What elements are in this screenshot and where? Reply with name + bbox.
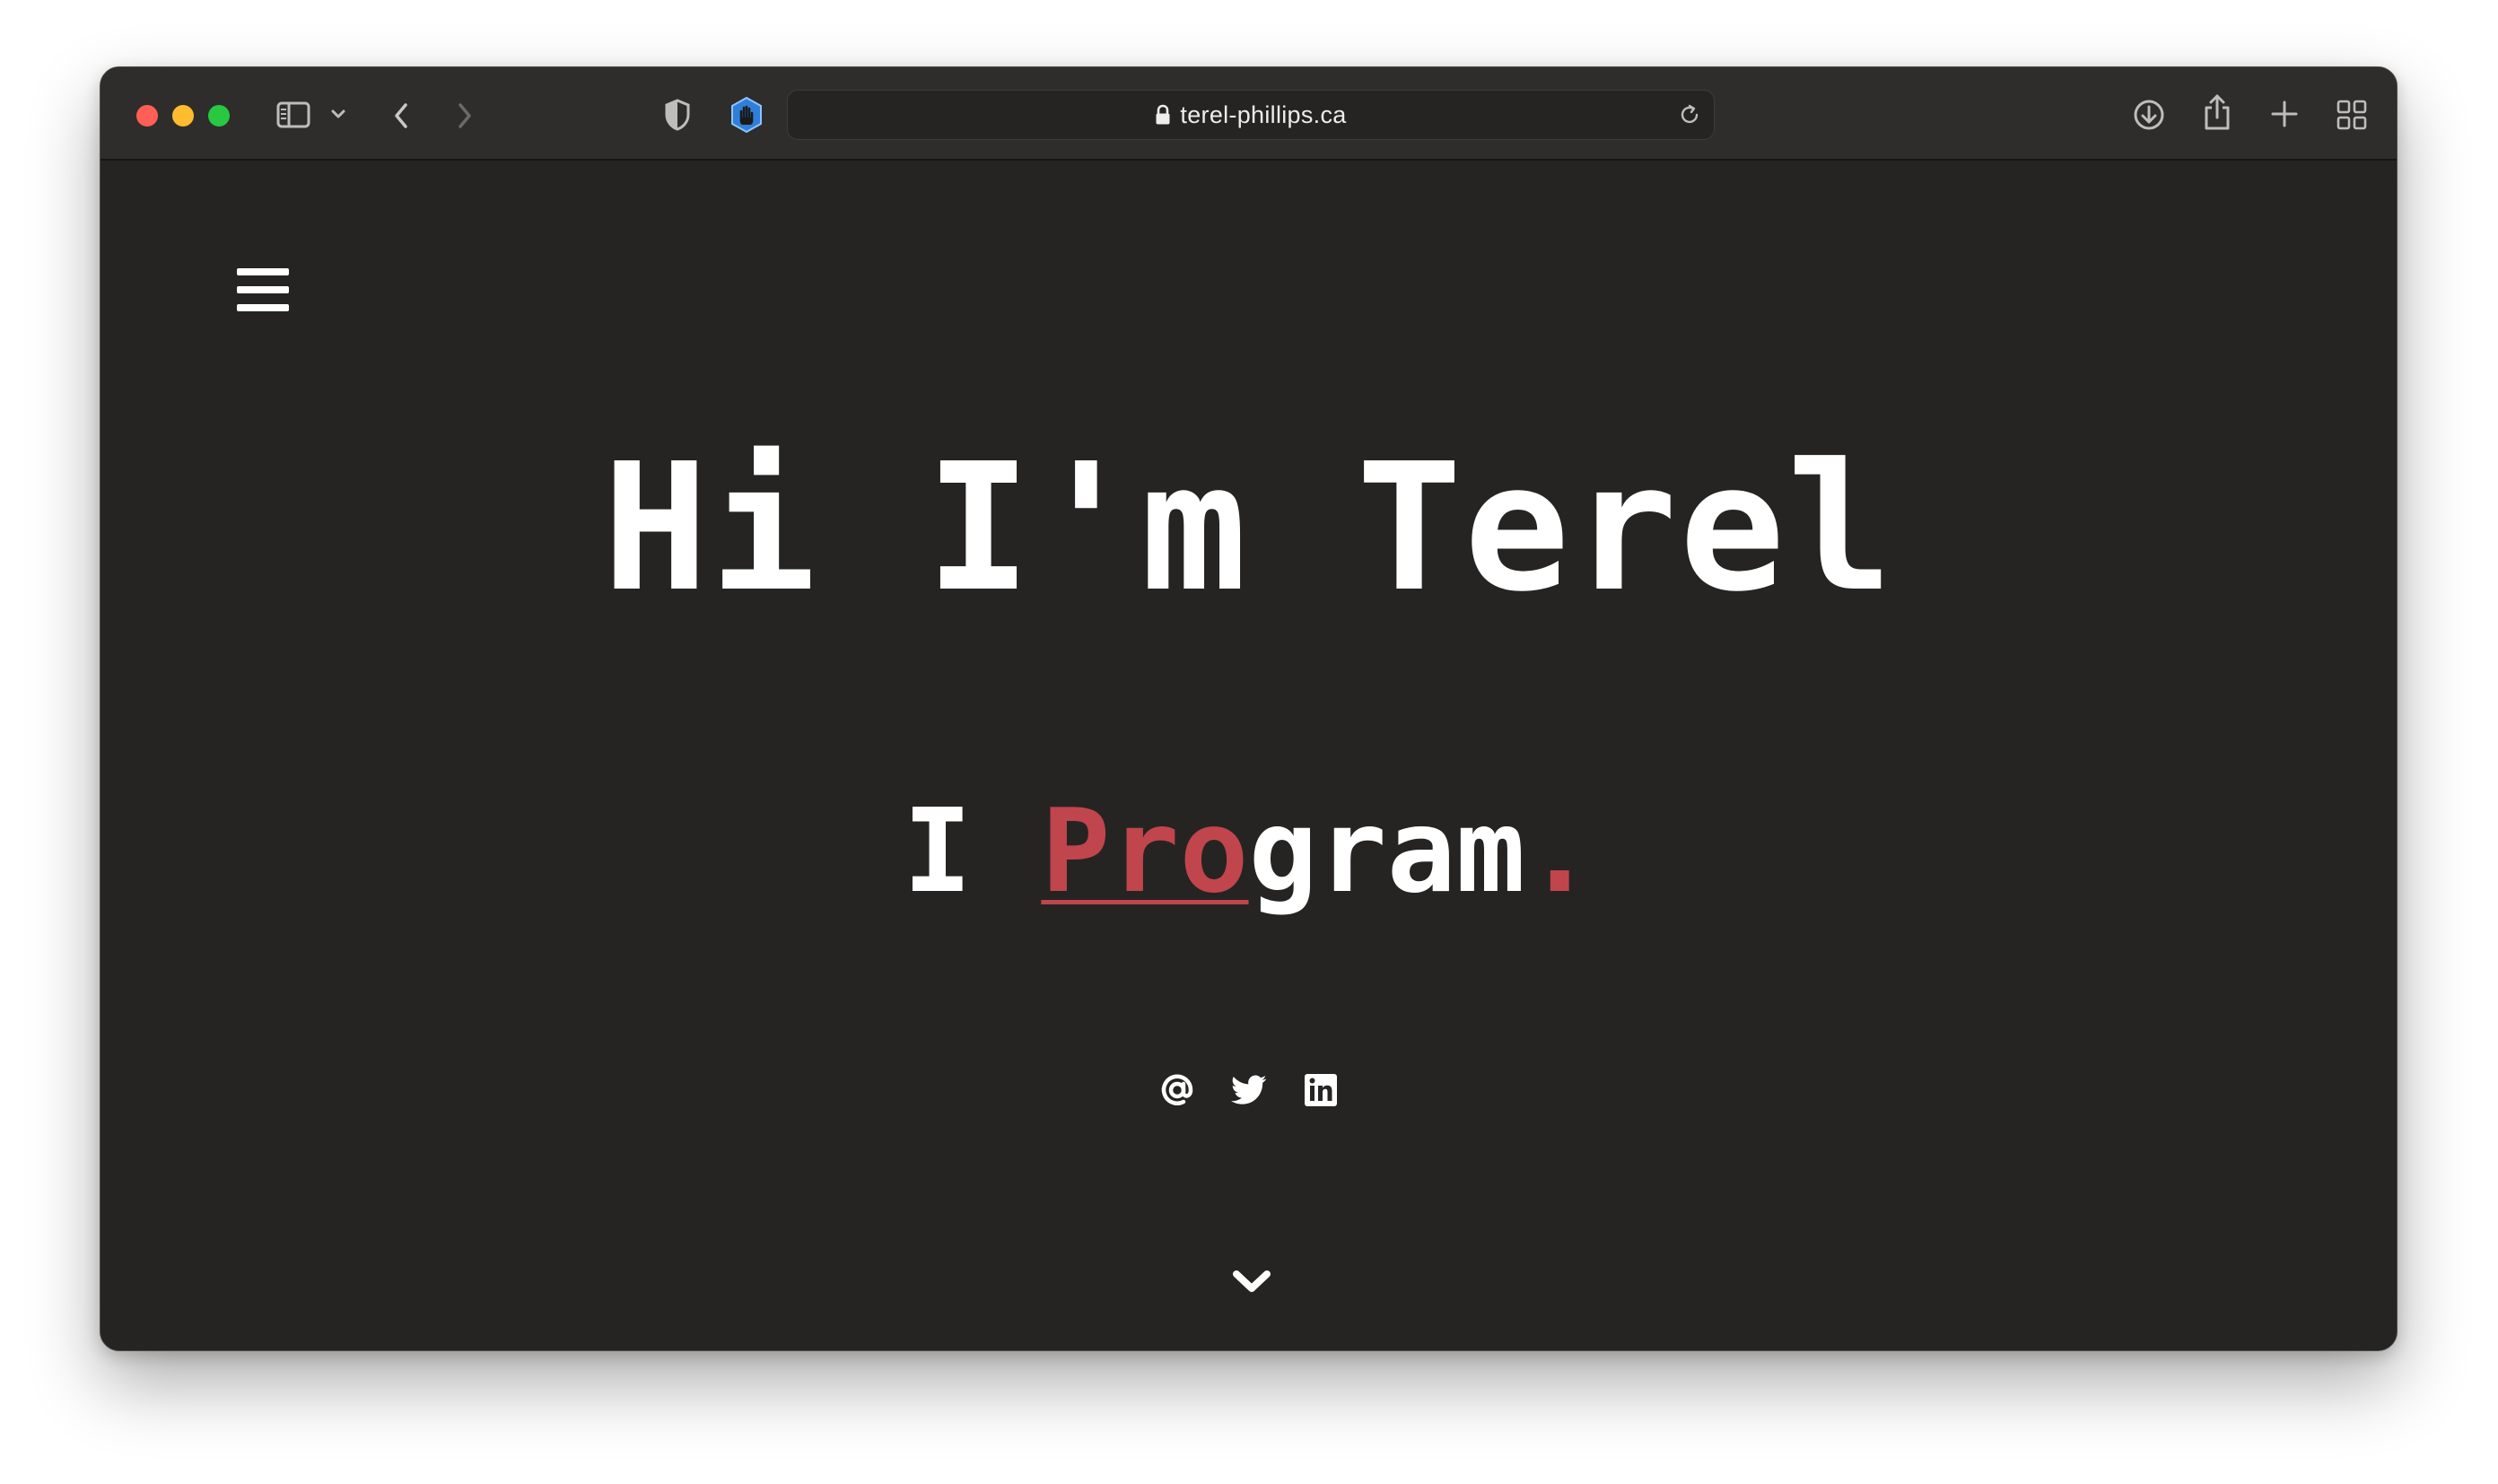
plus-icon[interactable] [2270,100,2299,128]
social-links [100,1072,2397,1108]
lock-icon [1155,104,1171,126]
browser-window: terel-phillips.ca Hi I'm Terel I Program… [100,66,2398,1351]
tagline-cursor-dot: . [1524,785,1594,919]
address-bar[interactable]: terel-phillips.ca [787,90,1715,140]
hero-tagline: I Program. [100,785,2397,920]
minimize-window-button[interactable] [172,105,194,127]
sidebar-icon[interactable] [276,101,310,128]
close-window-button[interactable] [136,105,158,127]
grid-icon[interactable] [2336,100,2367,130]
reload-icon[interactable] [1678,103,1701,131]
tagline-typed-text: Pro [1041,785,1249,919]
hero-greeting: Hi I'm Terel [602,426,1895,631]
tagline-prefix: I [903,785,1042,919]
download-icon[interactable] [2132,98,2166,132]
shield-icon[interactable] [664,98,691,132]
tagline-rest: gram [1248,785,1525,919]
at-sign-icon[interactable] [1159,1072,1195,1108]
page-content: Hi I'm Terel I Program. [100,161,2397,1350]
linkedin-icon[interactable] [1303,1072,1339,1108]
chevron-down-icon[interactable] [331,109,345,119]
twitter-icon[interactable] [1230,1072,1267,1108]
hamburger-icon[interactable] [237,266,289,313]
browser-toolbar: terel-phillips.ca [100,67,2397,161]
share-icon[interactable] [2202,92,2232,132]
chevron-left-icon[interactable] [392,101,410,130]
chevron-right-icon[interactable] [456,101,474,130]
chevron-down-icon[interactable] [1231,1268,1272,1295]
url-text[interactable]: terel-phillips.ca [1180,101,1346,129]
zoom-window-button[interactable] [208,105,230,127]
hand-stop-icon[interactable] [728,96,765,134]
